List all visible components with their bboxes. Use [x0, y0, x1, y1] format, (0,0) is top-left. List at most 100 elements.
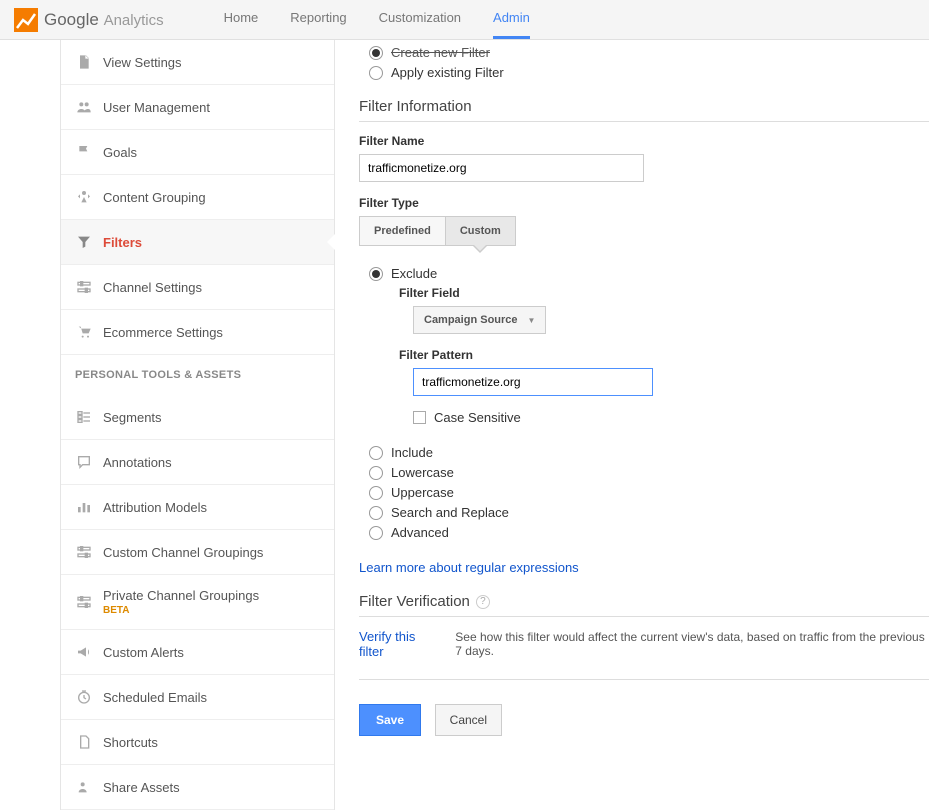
ga-logo-icon: [14, 8, 38, 32]
radio-search-replace[interactable]: Search and Replace: [369, 505, 929, 520]
radio-include-label: Include: [391, 445, 433, 460]
sidebar-label: Attribution Models: [103, 500, 207, 515]
radio-uppercase-input[interactable]: [369, 486, 383, 500]
sidebar-item-scheduled-emails[interactable]: Scheduled Emails: [61, 675, 334, 720]
main-content: Create new Filter Apply existing Filter …: [335, 40, 929, 810]
radio-advanced-label: Advanced: [391, 525, 449, 540]
sidebar-item-attribution-models[interactable]: Attribution Models: [61, 485, 334, 530]
sliders-icon: [75, 278, 93, 296]
tab-home[interactable]: Home: [224, 0, 259, 39]
clock-icon: [75, 688, 93, 706]
radio-exclude-label: Exclude: [391, 266, 437, 281]
verify-description: See how this filter would affect the cur…: [455, 630, 929, 658]
radio-apply-existing[interactable]: Apply existing Filter: [369, 65, 929, 80]
app-header: Google Analytics Home Reporting Customiz…: [0, 0, 929, 40]
sidebar-item-filters[interactable]: Filters: [61, 220, 334, 265]
radio-exclude[interactable]: Exclude: [369, 266, 929, 281]
logo-sub: Analytics: [104, 12, 164, 29]
filter-type-label: Filter Type: [359, 196, 929, 210]
radio-lowercase[interactable]: Lowercase: [369, 465, 929, 480]
help-icon[interactable]: ?: [476, 595, 490, 609]
sidebar-item-segments[interactable]: Segments: [61, 395, 334, 440]
radio-exclude-input[interactable]: [369, 267, 383, 281]
sidebar-item-share-assets[interactable]: Share Assets: [61, 765, 334, 810]
sidebar-label: Filters: [103, 235, 142, 250]
radio-create-new-label: Create new Filter: [391, 45, 490, 60]
filter-name-input[interactable]: [359, 154, 644, 182]
radio-search-replace-label: Search and Replace: [391, 505, 509, 520]
predefined-toggle[interactable]: Predefined: [359, 216, 445, 246]
radio-apply-existing-input[interactable]: [369, 66, 383, 80]
verify-filter-link[interactable]: Verify this filter: [359, 629, 437, 659]
logo-text: Google Analytics: [44, 10, 164, 30]
sidebar-label-text: Private Channel Groupings: [103, 588, 259, 603]
case-sensitive-checkbox[interactable]: [413, 411, 426, 424]
sidebar-label: Custom Channel Groupings: [103, 545, 263, 560]
tab-admin[interactable]: Admin: [493, 0, 530, 39]
radio-create-new-input[interactable]: [369, 46, 383, 60]
save-button[interactable]: Save: [359, 704, 421, 736]
sidebar-item-private-channel-groupings[interactable]: Private Channel Groupings BETA: [61, 575, 334, 630]
filter-field-value: Campaign Source: [424, 314, 518, 326]
nav-tabs: Home Reporting Customization Admin: [224, 0, 530, 39]
cancel-button[interactable]: Cancel: [435, 704, 502, 736]
sidebar-label: Share Assets: [103, 780, 180, 795]
sidebar-section-header: PERSONAL TOOLS & ASSETS: [61, 355, 334, 395]
sidebar-item-goals[interactable]: Goals: [61, 130, 334, 175]
speech-bubble-icon: [75, 453, 93, 471]
custom-toggle[interactable]: Custom: [445, 216, 516, 246]
sidebar-item-shortcuts[interactable]: Shortcuts: [61, 720, 334, 765]
tab-customization[interactable]: Customization: [379, 0, 461, 39]
sidebar-label: Shortcuts: [103, 735, 158, 750]
sidebar-item-annotations[interactable]: Annotations: [61, 440, 334, 485]
sidebar-label: Content Grouping: [103, 190, 206, 205]
sidebar-label: Scheduled Emails: [103, 690, 207, 705]
case-sensitive-row[interactable]: Case Sensitive: [413, 410, 929, 425]
beta-badge: BETA: [103, 605, 259, 616]
radio-include-input[interactable]: [369, 446, 383, 460]
sidebar-item-channel-settings[interactable]: Channel Settings: [61, 265, 334, 310]
filter-field-dropdown[interactable]: Campaign Source ▼: [413, 306, 546, 334]
case-sensitive-label: Case Sensitive: [434, 410, 521, 425]
radio-uppercase-label: Uppercase: [391, 485, 454, 500]
sidebar-item-user-management[interactable]: User Management: [61, 85, 334, 130]
sidebar-label: View Settings: [103, 55, 182, 70]
radio-lowercase-input[interactable]: [369, 466, 383, 480]
sliders-icon: [75, 543, 93, 561]
flag-icon: [75, 143, 93, 161]
radio-advanced[interactable]: Advanced: [369, 525, 929, 540]
sidebar-label: Goals: [103, 145, 137, 160]
filter-name-label: Filter Name: [359, 134, 929, 148]
segments-icon: [75, 408, 93, 426]
sidebar-item-custom-channel-groupings[interactable]: Custom Channel Groupings: [61, 530, 334, 575]
sidebar-label: Annotations: [103, 455, 172, 470]
sidebar-item-view-settings[interactable]: View Settings: [61, 40, 334, 85]
sidebar-item-custom-alerts[interactable]: Custom Alerts: [61, 630, 334, 675]
filter-field-label: Filter Field: [399, 286, 929, 300]
radio-uppercase[interactable]: Uppercase: [369, 485, 929, 500]
filter-type-toggle: Predefined Custom: [359, 216, 929, 246]
radio-advanced-input[interactable]: [369, 526, 383, 540]
sidebar-label: Custom Alerts: [103, 645, 184, 660]
regex-link[interactable]: Learn more about regular expressions: [359, 560, 579, 575]
filter-information-heading: Filter Information: [359, 98, 929, 122]
radio-include[interactable]: Include: [369, 445, 929, 460]
chevron-down-icon: ▼: [528, 316, 536, 325]
filter-verification-heading: Filter Verification ?: [359, 593, 929, 617]
radio-apply-existing-label: Apply existing Filter: [391, 65, 504, 80]
document-icon: [75, 733, 93, 751]
cart-icon: [75, 323, 93, 341]
sliders-icon: [75, 593, 93, 611]
sidebar: View Settings User Management Goals Cont…: [60, 40, 335, 810]
tab-reporting[interactable]: Reporting: [290, 0, 346, 39]
filter-verification-text: Filter Verification: [359, 593, 470, 610]
filter-pattern-label: Filter Pattern: [399, 348, 929, 362]
sidebar-item-content-grouping[interactable]: Content Grouping: [61, 175, 334, 220]
add-user-icon: [75, 778, 93, 796]
filter-pattern-input[interactable]: [413, 368, 653, 396]
radio-create-new[interactable]: Create new Filter: [369, 45, 929, 60]
radio-search-replace-input[interactable]: [369, 506, 383, 520]
sidebar-label: Channel Settings: [103, 280, 202, 295]
sidebar-item-ecommerce-settings[interactable]: Ecommerce Settings: [61, 310, 334, 355]
person-arrows-icon: [75, 188, 93, 206]
